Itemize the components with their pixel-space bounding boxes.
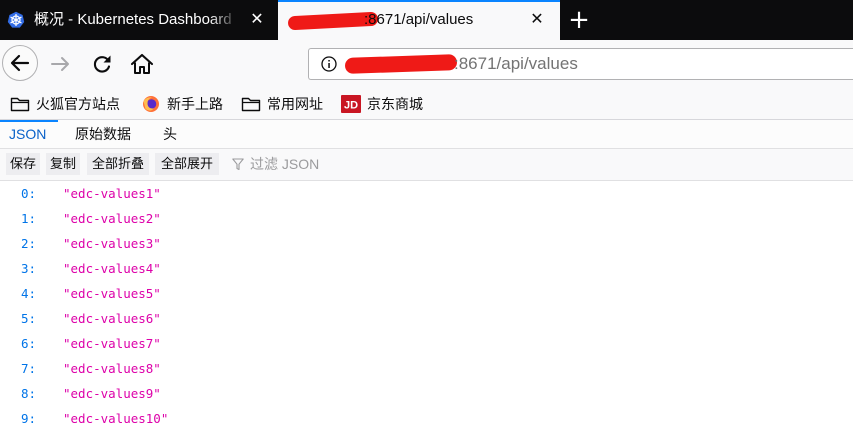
json-value: "edc-values10" (63, 411, 169, 426)
json-key: 2: (21, 236, 37, 251)
filter-icon (232, 158, 244, 171)
address-bar[interactable]: :8671/api/values (308, 48, 853, 80)
json-key: 8: (21, 386, 37, 401)
firefox-icon (143, 96, 159, 112)
json-row: 7: "edc-values8" (0, 356, 853, 381)
folder-icon (10, 97, 30, 112)
json-key: 3: (21, 261, 37, 276)
json-key: 4: (21, 286, 37, 301)
tab-title: 概况 - Kubernetes Dashboard (34, 11, 232, 28)
expand-all-button[interactable]: 全部展开 (155, 153, 219, 175)
bookmark-label: 新手上路 (167, 96, 223, 112)
collapse-all-button[interactable]: 全部折叠 (87, 153, 149, 175)
json-value: "edc-values3" (63, 236, 161, 251)
json-viewer-toolbar: 保存 复制 全部折叠 全部展开 过滤 JSON (0, 149, 853, 181)
bookmark-label: 京东商城 (367, 96, 423, 112)
json-key: 0: (21, 186, 37, 201)
close-icon[interactable]: ✕ (248, 10, 266, 28)
svg-text:JD: JD (344, 100, 358, 112)
bookmark-getting-started[interactable]: 新手上路 (141, 89, 223, 119)
folder-icon (241, 97, 261, 112)
json-key: 1: (21, 211, 37, 226)
json-row: 9: "edc-values10" (0, 406, 853, 431)
bookmarks-toolbar: 火狐官方站点 新手上路 常用网址 JD 京东商城 (0, 89, 853, 120)
bookmark-label: 火狐官方站点 (36, 96, 120, 112)
json-row: 1: "edc-values2" (0, 206, 853, 231)
save-button[interactable]: 保存 (6, 153, 40, 175)
active-tab-indicator (0, 120, 58, 122)
tab-strip: 概况 - Kubernetes Dashboard ✕ :8671/api/va… (0, 0, 853, 40)
tab-title: :8671/api/values (364, 11, 474, 28)
json-value: "edc-values9" (63, 386, 161, 401)
navigation-bar: :8671/api/values (0, 40, 853, 89)
jd-icon: JD (341, 95, 361, 113)
url-text[interactable]: :8671/api/values (454, 49, 578, 79)
json-key: 6: (21, 336, 37, 351)
json-row: 5: "edc-values6" (0, 306, 853, 331)
json-row: 2: "edc-values3" (0, 231, 853, 256)
json-row: 0: "edc-values1" (0, 181, 853, 206)
json-row: 3: "edc-values4" (0, 256, 853, 281)
json-row: 4: "edc-values5" (0, 281, 853, 306)
info-icon[interactable] (321, 56, 337, 72)
bookmark-label: 常用网址 (267, 96, 323, 112)
kubernetes-icon (7, 11, 25, 28)
json-tree: 0: "edc-values1" 1: "edc-values2" 2: "edc-v… (0, 181, 853, 431)
new-tab-button[interactable]: + (566, 6, 592, 34)
bookmark-common-sites[interactable]: 常用网址 (241, 89, 323, 119)
json-value: "edc-values4" (63, 261, 161, 276)
json-value: "edc-values8" (63, 361, 161, 376)
home-icon[interactable] (129, 51, 155, 77)
json-key: 5: (21, 311, 37, 326)
json-value: "edc-values2" (63, 211, 161, 226)
forward-arrow-icon[interactable] (48, 51, 74, 77)
json-row: 6: "edc-values7" (0, 331, 853, 356)
tab-json[interactable]: JSON (9, 120, 46, 148)
reload-icon[interactable] (90, 52, 114, 76)
redaction-mark (344, 54, 458, 74)
tab-raw-data[interactable]: 原始数据 (75, 120, 131, 148)
tab-api-values[interactable]: :8671/api/values ✕ (278, 0, 560, 40)
json-value: "edc-values5" (63, 286, 161, 301)
bookmark-jd-mall[interactable]: JD 京东商城 (341, 89, 423, 119)
copy-button[interactable]: 复制 (46, 153, 80, 175)
json-value: "edc-values1" (63, 186, 161, 201)
close-icon[interactable]: ✕ (528, 10, 546, 28)
json-key: 9: (21, 411, 37, 426)
json-row: 8: "edc-values9" (0, 381, 853, 406)
back-arrow-icon (10, 54, 30, 72)
bookmark-firefox-official[interactable]: 火狐官方站点 (10, 89, 120, 119)
back-button[interactable] (2, 45, 38, 81)
json-value: "edc-values7" (63, 336, 161, 351)
json-viewer-tabs: JSON 原始数据 头 (0, 120, 853, 149)
json-value: "edc-values6" (63, 311, 161, 326)
json-key: 7: (21, 361, 37, 376)
filter-json-input[interactable]: 过滤 JSON (250, 153, 319, 175)
tab-kubernetes-dashboard[interactable]: 概况 - Kubernetes Dashboard ✕ (0, 0, 278, 40)
tab-headers[interactable]: 头 (163, 120, 177, 148)
